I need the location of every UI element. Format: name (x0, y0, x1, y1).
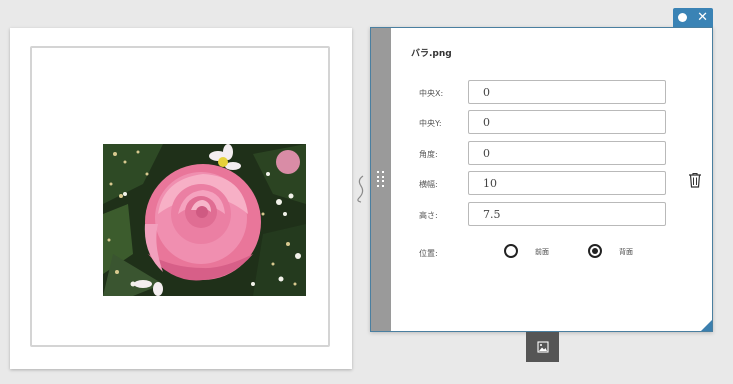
center-y-label: 中央Y: (419, 119, 442, 128)
image-properties-panel: バラ.png 中央X: 中央Y: 角度: 横幅: 高さ: 位置: 前面 背面 (370, 27, 713, 332)
image-icon (536, 341, 549, 353)
width-label: 横幅: (419, 180, 438, 189)
height-label: 高さ: (419, 211, 438, 220)
image-button[interactable] (526, 332, 559, 362)
panel-drag-handle[interactable] (371, 28, 391, 331)
position-front-radio[interactable] (504, 244, 518, 258)
rose-image[interactable] (103, 144, 306, 296)
center-x-input[interactable] (468, 80, 666, 104)
circle-icon[interactable] (678, 13, 688, 22)
trash-icon[interactable] (688, 172, 702, 188)
position-back-label: 背面 (619, 248, 633, 256)
center-y-input[interactable] (468, 110, 666, 134)
angle-label: 角度: (419, 150, 438, 159)
center-x-label: 中央X: (419, 89, 444, 98)
resize-handle[interactable] (701, 320, 712, 331)
angle-input[interactable] (468, 141, 666, 165)
squiggle-connector (357, 175, 364, 203)
page-preview-card (10, 28, 352, 369)
position-label: 位置: (419, 249, 438, 258)
close-icon[interactable]: ✕ (697, 11, 708, 24)
panel-title: バラ.png (411, 49, 452, 59)
page-frame (30, 46, 330, 347)
mini-toolbar: ✕ (673, 8, 713, 27)
height-input[interactable] (468, 202, 666, 226)
width-input[interactable] (468, 171, 666, 195)
rose-image-graphic (103, 144, 306, 296)
grip-icon (377, 171, 385, 187)
position-back-radio[interactable] (588, 244, 602, 258)
position-front-label: 前面 (535, 248, 549, 256)
